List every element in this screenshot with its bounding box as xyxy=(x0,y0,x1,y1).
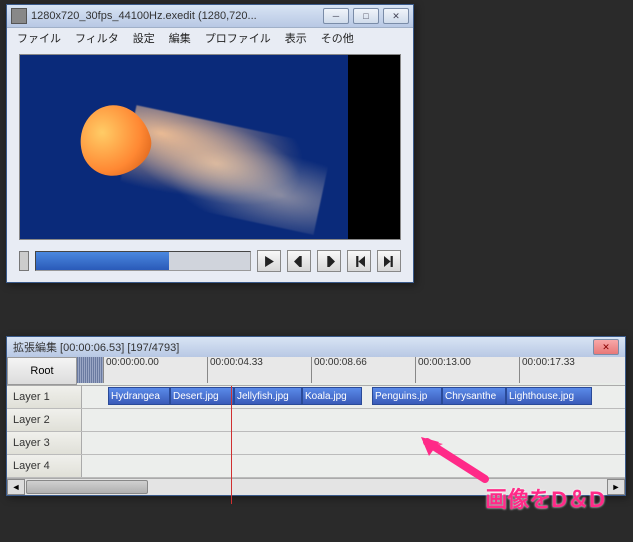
tracks-area: Layer 1 Hydrangea Desert.jpg Jellyfish.j… xyxy=(7,386,625,478)
time-ruler[interactable]: 00:00:00.00 00:00:04.33 00:00:08.66 00:0… xyxy=(77,357,625,383)
preview-image-tentacles xyxy=(118,105,332,235)
close-button[interactable]: ✕ xyxy=(383,8,409,24)
seek-bar[interactable] xyxy=(35,251,251,271)
maximize-button[interactable]: □ xyxy=(353,8,379,24)
seek-fill xyxy=(36,252,169,270)
preview-area xyxy=(19,54,401,240)
layer-label[interactable]: Layer 1 xyxy=(7,386,82,408)
step-fwd-button[interactable] xyxy=(317,250,341,272)
clip-penguins[interactable]: Penguins.jp xyxy=(372,387,442,405)
menu-edit[interactable]: 編集 xyxy=(163,28,197,48)
layer-label[interactable]: Layer 4 xyxy=(7,455,82,477)
layer-label[interactable]: Layer 3 xyxy=(7,432,82,454)
ruler-shade xyxy=(77,357,103,383)
scroll-thumb[interactable] xyxy=(26,480,148,494)
seek-handle[interactable] xyxy=(19,251,29,271)
timeline-header: Root 00:00:00.00 00:00:04.33 00:00:08.66… xyxy=(7,357,625,386)
ruler-tick: 00:00:04.33 xyxy=(207,357,263,383)
layer-track-2[interactable] xyxy=(82,409,625,431)
menu-profile[interactable]: プロファイル xyxy=(199,28,277,48)
timeline-close-button[interactable]: ✕ xyxy=(593,339,619,355)
menubar: ファイル フィルタ 設定 編集 プロファイル 表示 その他 xyxy=(7,28,413,48)
timeline-window: 拡張編集 [00:00:06.53] [197/4793] ✕ Root 00:… xyxy=(6,336,626,496)
scroll-left-icon[interactable]: ◄ xyxy=(7,479,25,495)
app-icon xyxy=(11,8,27,24)
menu-filter[interactable]: フィルタ xyxy=(69,28,125,48)
video-preview[interactable] xyxy=(20,55,348,239)
menu-other[interactable]: その他 xyxy=(315,28,360,48)
menu-settings[interactable]: 設定 xyxy=(127,28,161,48)
step-back-button[interactable] xyxy=(287,250,311,272)
layer-track-1[interactable]: Hydrangea Desert.jpg Jellyfish.jpg Koala… xyxy=(82,386,625,408)
clip-desert[interactable]: Desert.jpg xyxy=(170,387,234,405)
timeline-titlebar[interactable]: 拡張編集 [00:00:06.53] [197/4793] ✕ xyxy=(7,337,625,357)
titlebar[interactable]: 1280x720_30fps_44100Hz.exedit (1280,720.… xyxy=(7,5,413,28)
clip-lighthouse[interactable]: Lighthouse.jpg xyxy=(506,387,592,405)
layer-row-2: Layer 2 xyxy=(7,409,625,432)
clip-hydrangea[interactable]: Hydrangea xyxy=(108,387,170,405)
play-button[interactable] xyxy=(257,250,281,272)
timeline-body: Root 00:00:00.00 00:00:04.33 00:00:08.66… xyxy=(7,357,625,495)
preview-window: 1280x720_30fps_44100Hz.exedit (1280,720.… xyxy=(6,4,414,283)
window-title: 1280x720_30fps_44100Hz.exedit (1280,720.… xyxy=(31,10,319,22)
timeline-title: 拡張編集 [00:00:06.53] [197/4793] xyxy=(13,339,179,355)
layer-track-4[interactable] xyxy=(82,455,625,477)
playhead[interactable] xyxy=(231,386,232,504)
menu-view[interactable]: 表示 xyxy=(279,28,313,48)
ruler-tick: 00:00:00.00 xyxy=(103,357,159,383)
clip-jellyfish[interactable]: Jellyfish.jpg xyxy=(234,387,302,405)
layer-label[interactable]: Layer 2 xyxy=(7,409,82,431)
layer-row-4: Layer 4 xyxy=(7,455,625,478)
minimize-button[interactable]: ─ xyxy=(323,8,349,24)
clip-koala[interactable]: Koala.jpg xyxy=(302,387,362,405)
scroll-right-icon[interactable]: ► xyxy=(607,479,625,495)
h-scrollbar[interactable]: ◄ ► xyxy=(7,478,625,495)
menu-file[interactable]: ファイル xyxy=(11,28,67,48)
ruler-tick: 00:00:08.66 xyxy=(311,357,367,383)
skip-start-button[interactable] xyxy=(347,250,371,272)
layer-track-3[interactable] xyxy=(82,432,625,454)
clip-chrysanthemum[interactable]: Chrysanthe xyxy=(442,387,506,405)
skip-end-button[interactable] xyxy=(377,250,401,272)
transport-controls xyxy=(7,246,413,282)
ruler-tick: 00:00:13.00 xyxy=(415,357,471,383)
layer-row-3: Layer 3 xyxy=(7,432,625,455)
layer-row-1: Layer 1 Hydrangea Desert.jpg Jellyfish.j… xyxy=(7,386,625,409)
ruler-tick: 00:00:17.33 xyxy=(519,357,575,383)
root-button[interactable]: Root xyxy=(7,357,77,385)
